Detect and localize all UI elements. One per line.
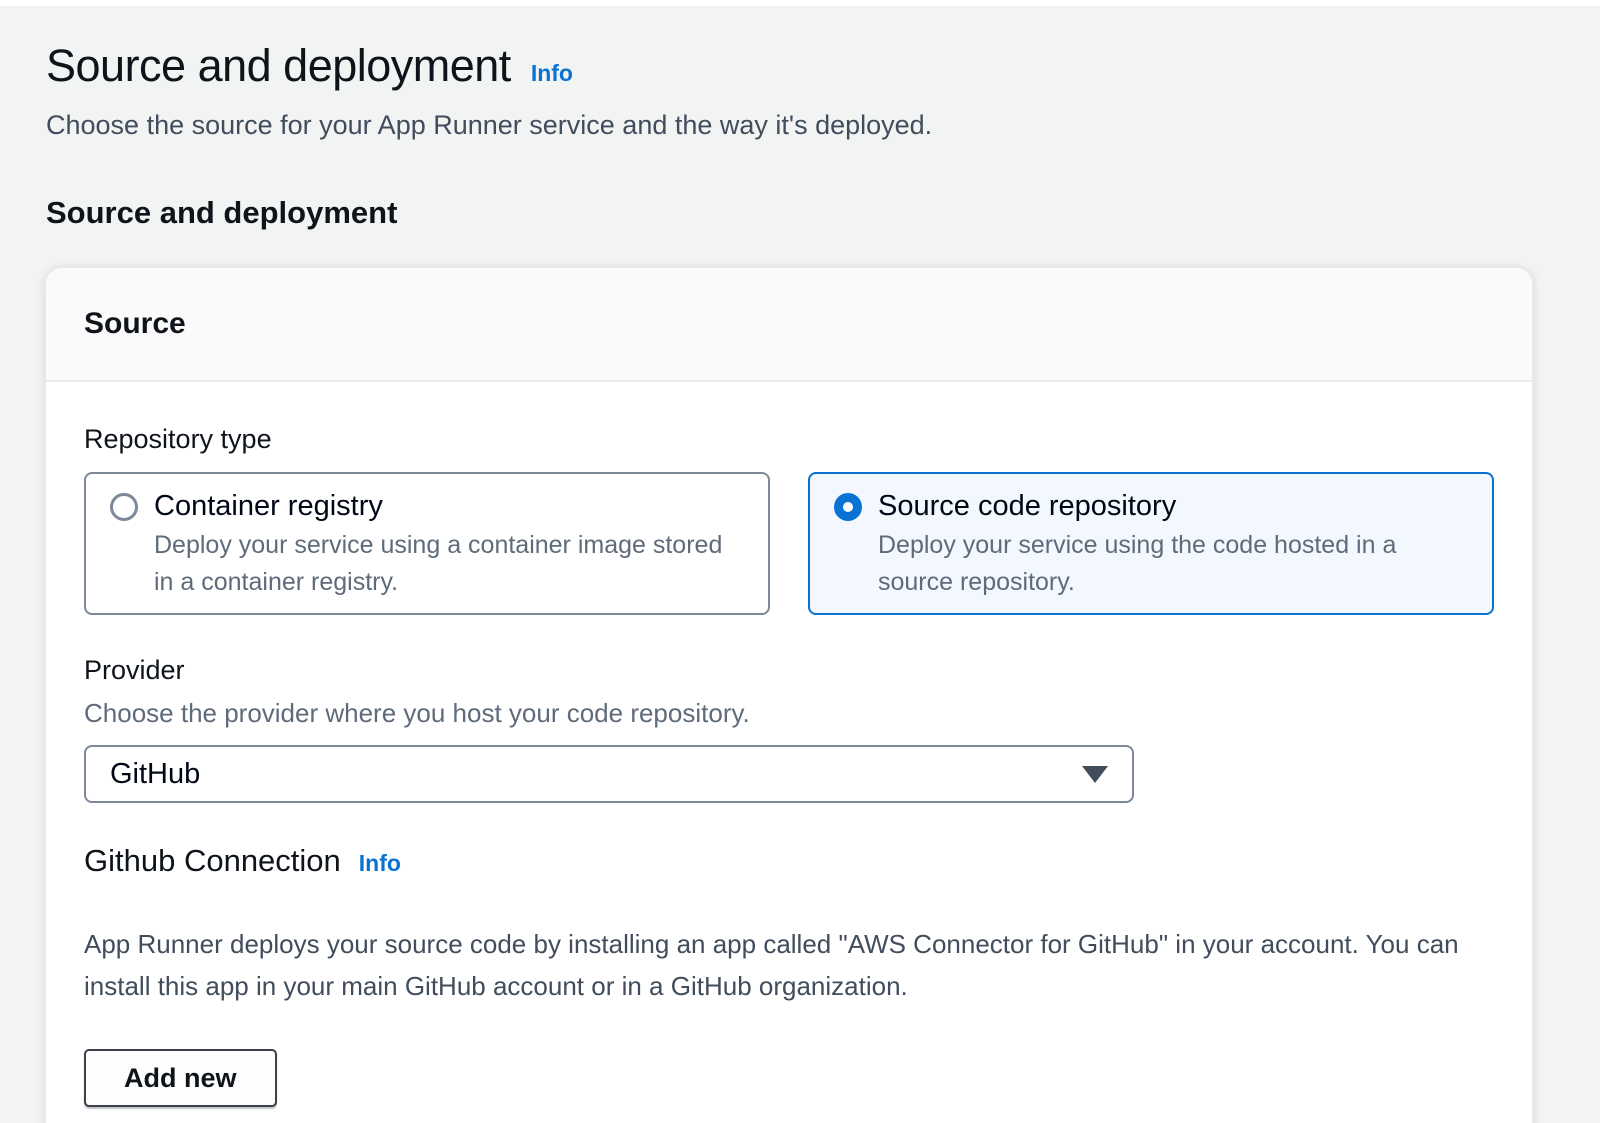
radio-unselected-icon[interactable] bbox=[110, 493, 138, 521]
source-panel-title: Source bbox=[84, 306, 1494, 342]
source-panel: Source Repository type Container registr… bbox=[46, 268, 1532, 1123]
tile-container-registry-description: Deploy your service using a container im… bbox=[154, 527, 746, 601]
radio-selected-icon[interactable] bbox=[834, 493, 862, 521]
tile-source-code-repository-description: Deploy your service using the code hoste… bbox=[878, 527, 1470, 601]
page-header: Source and deployment Info bbox=[46, 40, 1554, 92]
add-new-button[interactable]: Add new bbox=[84, 1049, 277, 1107]
tile-source-code-repository[interactable]: Source code repository Deploy your servi… bbox=[808, 472, 1494, 615]
repository-type-label: Repository type bbox=[84, 422, 1494, 456]
source-panel-header: Source bbox=[46, 268, 1532, 382]
github-connection-description: App Runner deploys your source code by i… bbox=[84, 923, 1492, 1007]
repository-type-tiles: Container registry Deploy your service u… bbox=[84, 472, 1494, 615]
provider-select[interactable]: GitHub bbox=[84, 745, 1134, 803]
github-connection-header: Github Connection Info bbox=[84, 841, 1494, 881]
page-title: Source and deployment bbox=[46, 40, 511, 92]
github-connection-info-link[interactable]: Info bbox=[359, 850, 401, 877]
chevron-down-icon bbox=[1082, 766, 1108, 783]
tile-source-code-repository-text: Source code repository Deploy your servi… bbox=[878, 486, 1470, 601]
source-and-deployment-page: Source and deployment Info Choose the so… bbox=[0, 6, 1600, 1123]
provider-description: Choose the provider where you host your … bbox=[84, 695, 1494, 731]
provider-label: Provider bbox=[84, 653, 1494, 687]
provider-select-value: GitHub bbox=[110, 758, 200, 791]
tile-container-registry[interactable]: Container registry Deploy your service u… bbox=[84, 472, 770, 615]
tile-container-registry-text: Container registry Deploy your service u… bbox=[154, 486, 746, 601]
provider-field: Provider Choose the provider where you h… bbox=[84, 653, 1494, 803]
tile-container-registry-label: Container registry bbox=[154, 486, 746, 526]
source-panel-body: Repository type Container registry Deplo… bbox=[46, 382, 1532, 1123]
section-heading: Source and deployment bbox=[46, 194, 1554, 232]
page-title-info-link[interactable]: Info bbox=[531, 60, 573, 87]
github-connection-heading: Github Connection bbox=[84, 841, 341, 881]
tile-source-code-repository-label: Source code repository bbox=[878, 486, 1470, 526]
page-subtitle: Choose the source for your App Runner se… bbox=[46, 108, 1554, 142]
